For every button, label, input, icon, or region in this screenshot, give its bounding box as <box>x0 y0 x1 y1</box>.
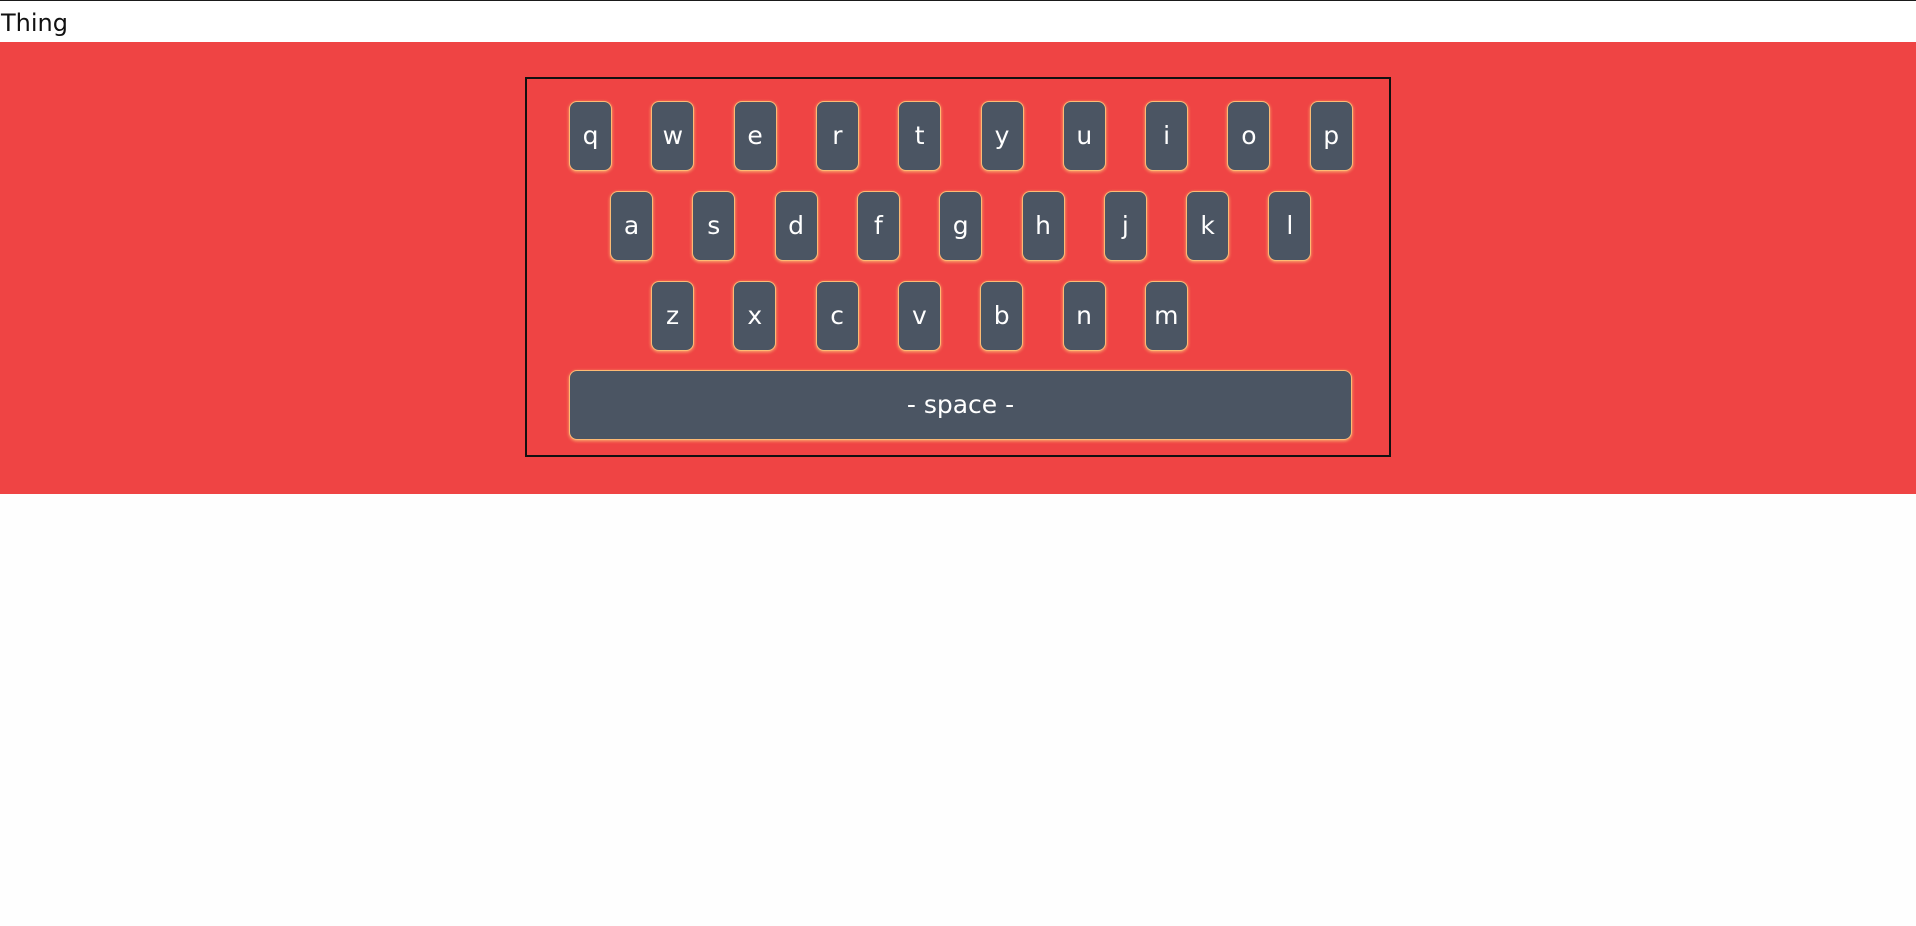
key-m[interactable]: m <box>1144 281 1188 351</box>
key-h[interactable]: h <box>1021 191 1065 261</box>
key-b[interactable]: b <box>980 281 1024 351</box>
key-k[interactable]: k <box>1186 191 1230 261</box>
key-a[interactable]: a <box>610 191 653 261</box>
header: Thing <box>0 1 1916 42</box>
key-w[interactable]: w <box>651 101 695 171</box>
key-v[interactable]: v <box>897 281 941 351</box>
key-f[interactable]: f <box>856 191 900 261</box>
key-s[interactable]: s <box>692 191 736 261</box>
key-g[interactable]: g <box>939 191 983 261</box>
on-screen-keyboard: - space - qwertyuiop asdfghjkl zxcvbnm <box>525 77 1391 457</box>
content-area <box>0 494 1916 926</box>
key-l[interactable]: l <box>1268 191 1312 261</box>
page-title: Thing <box>1 9 68 37</box>
key-x[interactable]: x <box>733 281 777 351</box>
key-d[interactable]: d <box>774 191 818 261</box>
key-z[interactable]: z <box>651 281 694 351</box>
key-o[interactable]: o <box>1227 101 1271 171</box>
key-space[interactable]: - space - <box>569 370 1352 440</box>
keyboard-band: - space - qwertyuiop asdfghjkl zxcvbnm <box>0 42 1916 494</box>
key-t[interactable]: t <box>898 101 942 171</box>
key-n[interactable]: n <box>1062 281 1106 351</box>
key-i[interactable]: i <box>1145 101 1189 171</box>
key-u[interactable]: u <box>1062 101 1106 171</box>
key-c[interactable]: c <box>815 281 859 351</box>
key-j[interactable]: j <box>1103 191 1147 261</box>
key-e[interactable]: e <box>733 101 777 171</box>
key-p[interactable]: p <box>1309 101 1353 171</box>
key-r[interactable]: r <box>815 101 859 171</box>
key-q[interactable]: q <box>569 101 612 171</box>
key-y[interactable]: y <box>980 101 1024 171</box>
